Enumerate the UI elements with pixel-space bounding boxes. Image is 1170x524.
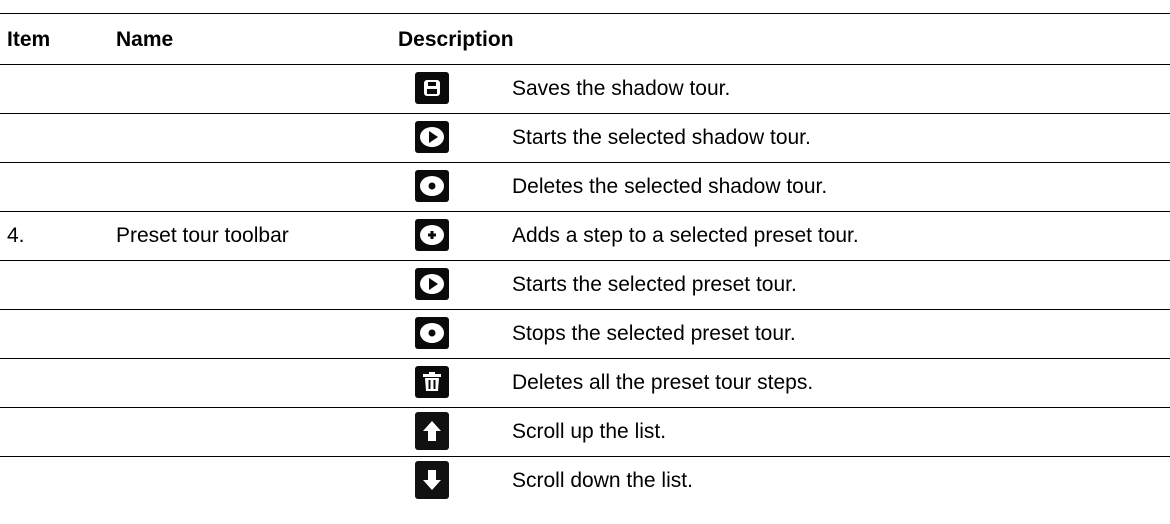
- arrow-down-icon: [415, 461, 449, 499]
- header-name: Name: [116, 28, 174, 51]
- row-name: Preset tour toolbar: [116, 224, 289, 247]
- add-step-icon: [415, 219, 449, 251]
- save-icon: [415, 72, 449, 104]
- row-item: 4.: [7, 224, 25, 247]
- table-row: 4. Preset tour toolbar Adds a step to a …: [0, 212, 1170, 261]
- trash-icon: [415, 366, 449, 398]
- table-row: Deletes all the preset tour steps.: [0, 359, 1170, 408]
- stop-icon: [415, 170, 449, 202]
- row-description: Saves the shadow tour.: [512, 77, 731, 100]
- row-description: Scroll down the list.: [512, 469, 693, 492]
- row-description: Deletes all the preset tour steps.: [512, 371, 814, 394]
- row-description: Deletes the selected shadow tour.: [512, 175, 828, 198]
- stop-icon: [415, 317, 449, 349]
- table-row: Stops the selected preset tour.: [0, 310, 1170, 359]
- header-description: Description: [398, 28, 514, 51]
- table-row: Saves the shadow tour.: [0, 65, 1170, 114]
- table-row: Deletes the selected shadow tour.: [0, 163, 1170, 212]
- table-row: Scroll up the list.: [0, 408, 1170, 457]
- row-description: Scroll up the list.: [512, 420, 667, 443]
- arrow-up-icon: [415, 412, 449, 450]
- toolbar-description-table: Item Name Description Saves the shadow t…: [0, 13, 1170, 505]
- table-row: Starts the selected shadow tour.: [0, 114, 1170, 163]
- header-item: Item: [7, 28, 51, 51]
- table-row: Scroll down the list.: [0, 457, 1170, 505]
- row-description: Starts the selected preset tour.: [512, 273, 797, 296]
- row-description: Adds a step to a selected preset tour.: [512, 224, 859, 247]
- row-description: Stops the selected preset tour.: [512, 322, 796, 345]
- table-header: Item Name Description: [0, 13, 1170, 65]
- play-icon: [415, 121, 449, 153]
- row-description: Starts the selected shadow tour.: [512, 126, 811, 149]
- table-row: Starts the selected preset tour.: [0, 261, 1170, 310]
- play-icon: [415, 268, 449, 300]
